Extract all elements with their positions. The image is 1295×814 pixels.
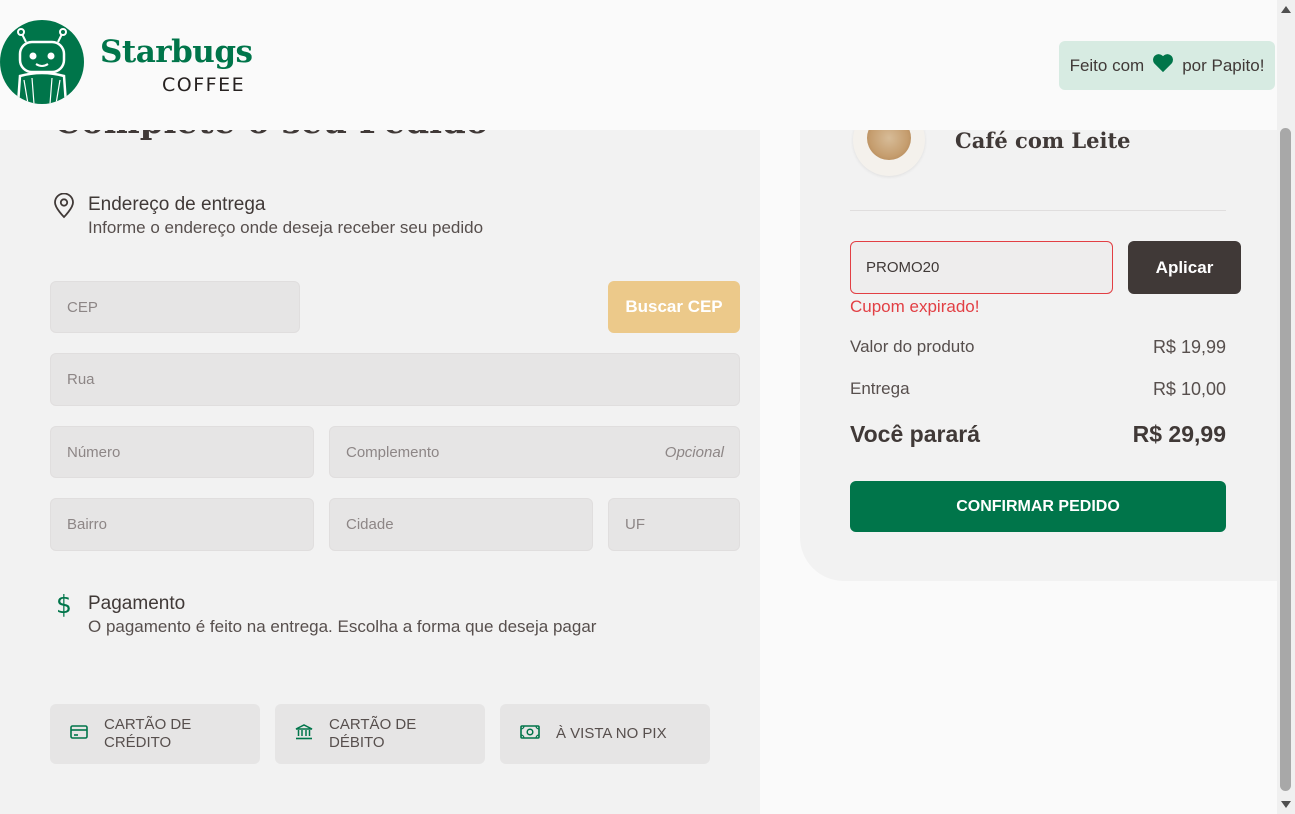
brand-name: Starbugs — [100, 34, 253, 70]
search-cep-button[interactable]: Buscar CEP — [608, 281, 740, 333]
divider — [850, 210, 1226, 211]
payment-option-pix[interactable]: À VISTA NO PIX — [500, 704, 710, 764]
summary-label: Valor do produto — [850, 337, 975, 356]
coupon-error-message: Cupom expirado! — [850, 297, 980, 316]
scrollbar[interactable] — [1277, 0, 1295, 814]
payment-section-header: $ Pagamento O pagamento é feito na entre… — [52, 592, 596, 638]
payment-option-credit[interactable]: CARTÃO DE CRÉDITO — [50, 704, 260, 764]
made-with-prefix: Feito com — [1069, 55, 1145, 75]
scrollbar-thumb[interactable] — [1280, 128, 1291, 791]
bank-icon — [295, 723, 313, 745]
map-pin-icon — [52, 192, 76, 239]
summary-label: Entrega — [850, 379, 910, 398]
state-placeholder: UF — [625, 516, 645, 533]
neighborhood-input[interactable]: Bairro — [50, 498, 314, 551]
payment-debit-line1: CARTÃO DE — [329, 716, 417, 733]
street-input[interactable]: Rua — [50, 353, 740, 406]
total-value: R$ 29,99 — [1132, 421, 1226, 447]
payment-credit-line1: CARTÃO DE — [104, 716, 192, 733]
product-name: Café com Leite — [955, 128, 1131, 153]
brand-subtitle: COFFEE — [162, 74, 246, 96]
complement-placeholder: Complemento — [346, 443, 440, 461]
complement-input[interactable]: Complemento Opcional — [329, 426, 740, 478]
street-placeholder: Rua — [67, 371, 95, 388]
address-section-header: Endereço de entrega Informe o endereço o… — [52, 192, 484, 239]
summary-row-total: Você parará R$ 29,99 — [850, 421, 1226, 448]
payment-pix-label: À VISTA NO PIX — [556, 725, 667, 742]
number-placeholder: Número — [67, 443, 121, 461]
made-with-badge[interactable]: Feito com por Papito! — [1059, 41, 1275, 90]
payment-subtitle: O pagamento é feito na entrega. Escolha … — [88, 617, 597, 636]
total-label: Você parará — [850, 421, 980, 447]
summary-row-delivery: Entrega R$ 10,00 — [850, 379, 1226, 400]
apply-coupon-button[interactable]: Aplicar — [1128, 241, 1241, 294]
heart-icon — [1152, 53, 1174, 78]
payment-option-debit[interactable]: CARTÃO DE DÉBITO — [275, 704, 485, 764]
header: Starbugs COFFEE Feito com por Papito! — [0, 0, 1277, 130]
neighborhood-placeholder: Bairro — [67, 516, 108, 533]
summary-value: R$ 19,99 — [1152, 337, 1226, 357]
logo-robot-icon[interactable] — [0, 20, 84, 104]
credit-card-icon — [70, 724, 88, 744]
cep-placeholder: CEP — [67, 298, 98, 316]
city-placeholder: Cidade — [346, 516, 394, 533]
confirm-order-button[interactable]: CONFIRMAR PEDIDO — [850, 481, 1226, 532]
scroll-down-arrow-icon[interactable] — [1281, 801, 1291, 808]
payment-debit-line2: DÉBITO — [329, 734, 385, 751]
coupon-value: PROMO20 — [866, 259, 940, 276]
number-input[interactable]: Número — [50, 426, 314, 478]
scroll-up-arrow-icon[interactable] — [1281, 6, 1291, 13]
cep-input[interactable]: CEP — [50, 281, 300, 333]
coupon-input[interactable]: PROMO20 — [850, 241, 1113, 294]
payment-title: Pagamento — [88, 593, 186, 614]
state-input[interactable]: UF — [608, 498, 740, 551]
city-input[interactable]: Cidade — [329, 498, 593, 551]
currency-dollar-icon: $ — [56, 590, 72, 619]
optional-label: Opcional — [664, 443, 724, 461]
payment-credit-line2: CRÉDITO — [104, 734, 172, 751]
summary-value: R$ 10,00 — [1152, 379, 1226, 399]
made-with-suffix: por Papito! — [1182, 55, 1265, 75]
address-subtitle: Informe o endereço onde deseja receber s… — [88, 218, 484, 237]
summary-row-product: Valor do produto R$ 19,99 — [850, 337, 1226, 358]
address-title: Endereço de entrega — [88, 194, 266, 215]
money-icon — [520, 724, 540, 744]
